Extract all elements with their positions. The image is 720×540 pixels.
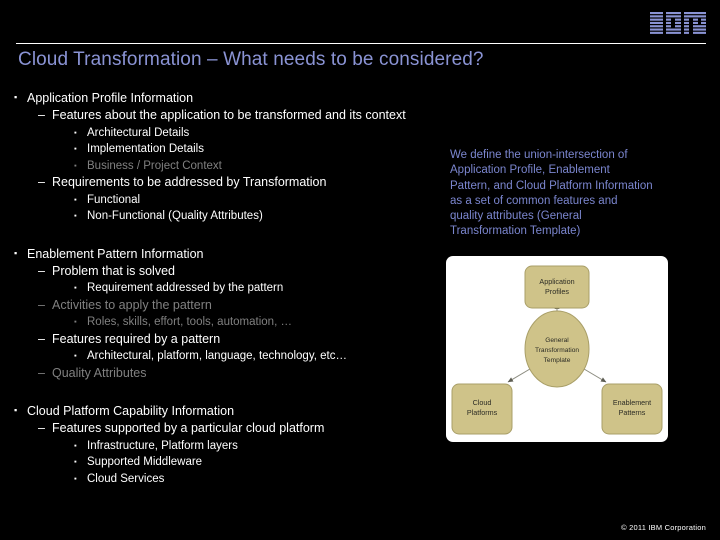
node-enablement-patterns-label-2: Patterns: [619, 408, 646, 417]
bullet-item-0-5: ▪ Functional: [74, 193, 439, 208]
bullet-item-0-0-label: Features about the application to be tra…: [52, 108, 406, 123]
bullet-item-1-1: ▪ Requirement addressed by the pattern: [74, 281, 439, 296]
bullet-item-0-3: ▪ Business / Project Context: [74, 159, 439, 174]
bullet-marker-level-2-icon: –: [38, 298, 45, 312]
bullet-item-1-3: ▪ Roles, skills, effort, tools, automatio…: [74, 315, 439, 330]
bullet-marker-level-2-icon: –: [38, 264, 45, 279]
callout-line-0: We define the union-intersection of: [450, 149, 628, 161]
bullet-item-0-0: – Features about the application to be tr…: [38, 108, 439, 123]
section-heading-2-label: Cloud Platform Capability Information: [27, 404, 235, 418]
bullet-marker-level-3-icon: ▪: [74, 211, 77, 221]
section-heading-1-label: Enablement Pattern Information: [27, 246, 204, 261]
bullet-item-0-4: – Requirements to be addressed by Transfo…: [38, 175, 439, 190]
node-cloud-platforms-label: Cloud: [473, 398, 492, 407]
bullet-item-1-0: – Problem that is solved: [38, 264, 439, 279]
bullet-item-0-6: ▪ Non-Functional (Quality Attributes): [74, 209, 439, 224]
section-heading-1: ▪ Enablement Pattern Information: [14, 247, 439, 262]
bullet-marker-level-2-icon: –: [38, 365, 45, 380]
callout-line-1: Application Profile, Enablement: [450, 164, 610, 177]
bullet-marker-level-2-icon: –: [38, 421, 45, 436]
callout-line-2: Pattern, and Cloud Platform Information: [450, 179, 653, 192]
transformation-diagram: Application Profiles General Transformat…: [451, 265, 663, 435]
bullet-item-1-2-label: Activities to apply the pattern: [52, 298, 212, 312]
bullet-marker-level-3-icon: ▪: [74, 283, 77, 293]
bullet-item-1-4: – Features required by a pattern: [38, 332, 439, 347]
bullet-item-0-5-label: Functional: [87, 193, 141, 206]
callout-line-3: as a set of common features and: [450, 194, 618, 207]
bullet-marker-level-3-icon: ▪: [74, 440, 77, 450]
bullet-item-0-1-label: Architectural Details: [87, 126, 190, 139]
title-divider: [16, 43, 706, 44]
bullet-marker-level-3-icon: ▪: [74, 351, 77, 361]
transformation-diagram-panel: Application Profiles General Transformat…: [446, 256, 668, 442]
bullet-item-1-3-label: Roles, skills, effort, tools, automation…: [87, 316, 292, 329]
bullet-section: ▪ Application Profile Information – Feature…: [14, 91, 439, 224]
bullet-item-1-5: ▪ Architectural, platform, language, tech…: [74, 349, 439, 364]
bullet-item-0-6-label: Non-Functional (Quality Attributes): [87, 210, 263, 223]
section-heading-0: ▪ Application Profile Information: [14, 91, 439, 106]
bullet-item-1-2: – Activities to apply the pattern: [38, 298, 439, 313]
bullet-item-2-2-label: Supported Middleware: [87, 456, 203, 469]
slide-canvas: Cloud Transformation – What needs to be …: [0, 0, 720, 540]
bullet-marker-level-3-icon: ▪: [74, 144, 77, 154]
bullet-item-1-6: – Quality Attributes: [38, 366, 439, 381]
bullet-marker-level-1-icon: ▪: [14, 247, 18, 258]
bullet-marker-level-2-icon: –: [38, 175, 45, 190]
bullet-item-2-0: – Features supported by a particular clou…: [38, 421, 439, 436]
bullet-item-1-4-label: Features required by a pattern: [52, 331, 221, 346]
bullet-marker-level-3-icon: ▪: [74, 160, 77, 170]
bullet-item-1-0-label: Problem that is solved: [52, 264, 175, 279]
node-application-profiles-label-2: Profiles: [545, 287, 569, 296]
bullet-section: ▪ Enablement Pattern Information – Problem …: [14, 247, 439, 381]
bullet-item-1-1-label: Requirement addressed by the pattern: [87, 282, 284, 295]
bullet-marker-level-3-icon: ▪: [74, 457, 77, 467]
section-heading-0-label: Application Profile Information: [27, 91, 194, 105]
bullet-marker-level-2-icon: –: [38, 108, 45, 123]
bullet-item-2-2: ▪ Supported Middleware: [74, 455, 439, 470]
callout-line-5: Transformation Template): [450, 225, 581, 238]
bullet-marker-level-3-icon: ▪: [74, 473, 77, 483]
bullet-marker-level-3-icon: ▪: [74, 194, 77, 204]
bullet-item-0-3-label: Business / Project Context: [87, 159, 222, 172]
copyright-footer: © 2011 IBM Corporation: [621, 523, 706, 532]
page-title: Cloud Transformation – What needs to be …: [18, 49, 484, 70]
node-enablement-patterns-label: Enablement: [613, 398, 651, 407]
bullet-item-2-3: ▪ Cloud Services: [74, 472, 439, 487]
bullet-item-1-6-label: Quality Attributes: [52, 365, 147, 380]
node-application-profiles-label: Application: [539, 277, 574, 286]
node-center-label-3: Template: [544, 357, 571, 364]
node-cloud-platforms-label-2: Platforms: [467, 408, 498, 417]
section-heading-2: ▪ Cloud Platform Capability Information: [14, 404, 439, 419]
bullet-marker-level-1-icon: ▪: [14, 92, 18, 102]
bullet-item-2-3-label: Cloud Services: [87, 472, 165, 485]
callout-paragraph: We define the union-intersection of Appli…: [450, 148, 678, 240]
bullet-item-2-0-label: Features supported by a particular cloud…: [52, 421, 325, 436]
bullet-item-0-2-label: Implementation Details: [87, 143, 204, 156]
bullet-section: ▪ Cloud Platform Capability Information – F…: [14, 404, 439, 486]
callout-line-4: quality attributes (General: [450, 210, 582, 223]
bullet-item-2-1-label: Infrastructure, Platform layers: [87, 439, 238, 452]
bullet-marker-level-3-icon: ▪: [74, 317, 77, 327]
bullet-item-1-5-label: Architectural, platform, language, techn…: [87, 350, 347, 363]
bullet-marker-level-3-icon: ▪: [74, 127, 77, 137]
bullet-marker-level-2-icon: –: [38, 331, 45, 346]
bullet-item-0-2: ▪ Implementation Details: [74, 142, 439, 157]
bullet-item-0-1: ▪ Architectural Details: [74, 126, 439, 141]
bullet-item-0-4-label: Requirements to be addressed by Transfor…: [52, 175, 327, 190]
node-center-label-2: Transformation: [535, 347, 579, 354]
ibm-logo: [650, 12, 706, 34]
bullet-content: ▪ Application Profile Information – Feature…: [14, 88, 439, 486]
node-center-label-1: General: [545, 337, 569, 344]
bullet-item-2-1: ▪ Infrastructure, Platform layers: [74, 439, 439, 454]
bullet-marker-level-1-icon: ▪: [14, 405, 18, 415]
